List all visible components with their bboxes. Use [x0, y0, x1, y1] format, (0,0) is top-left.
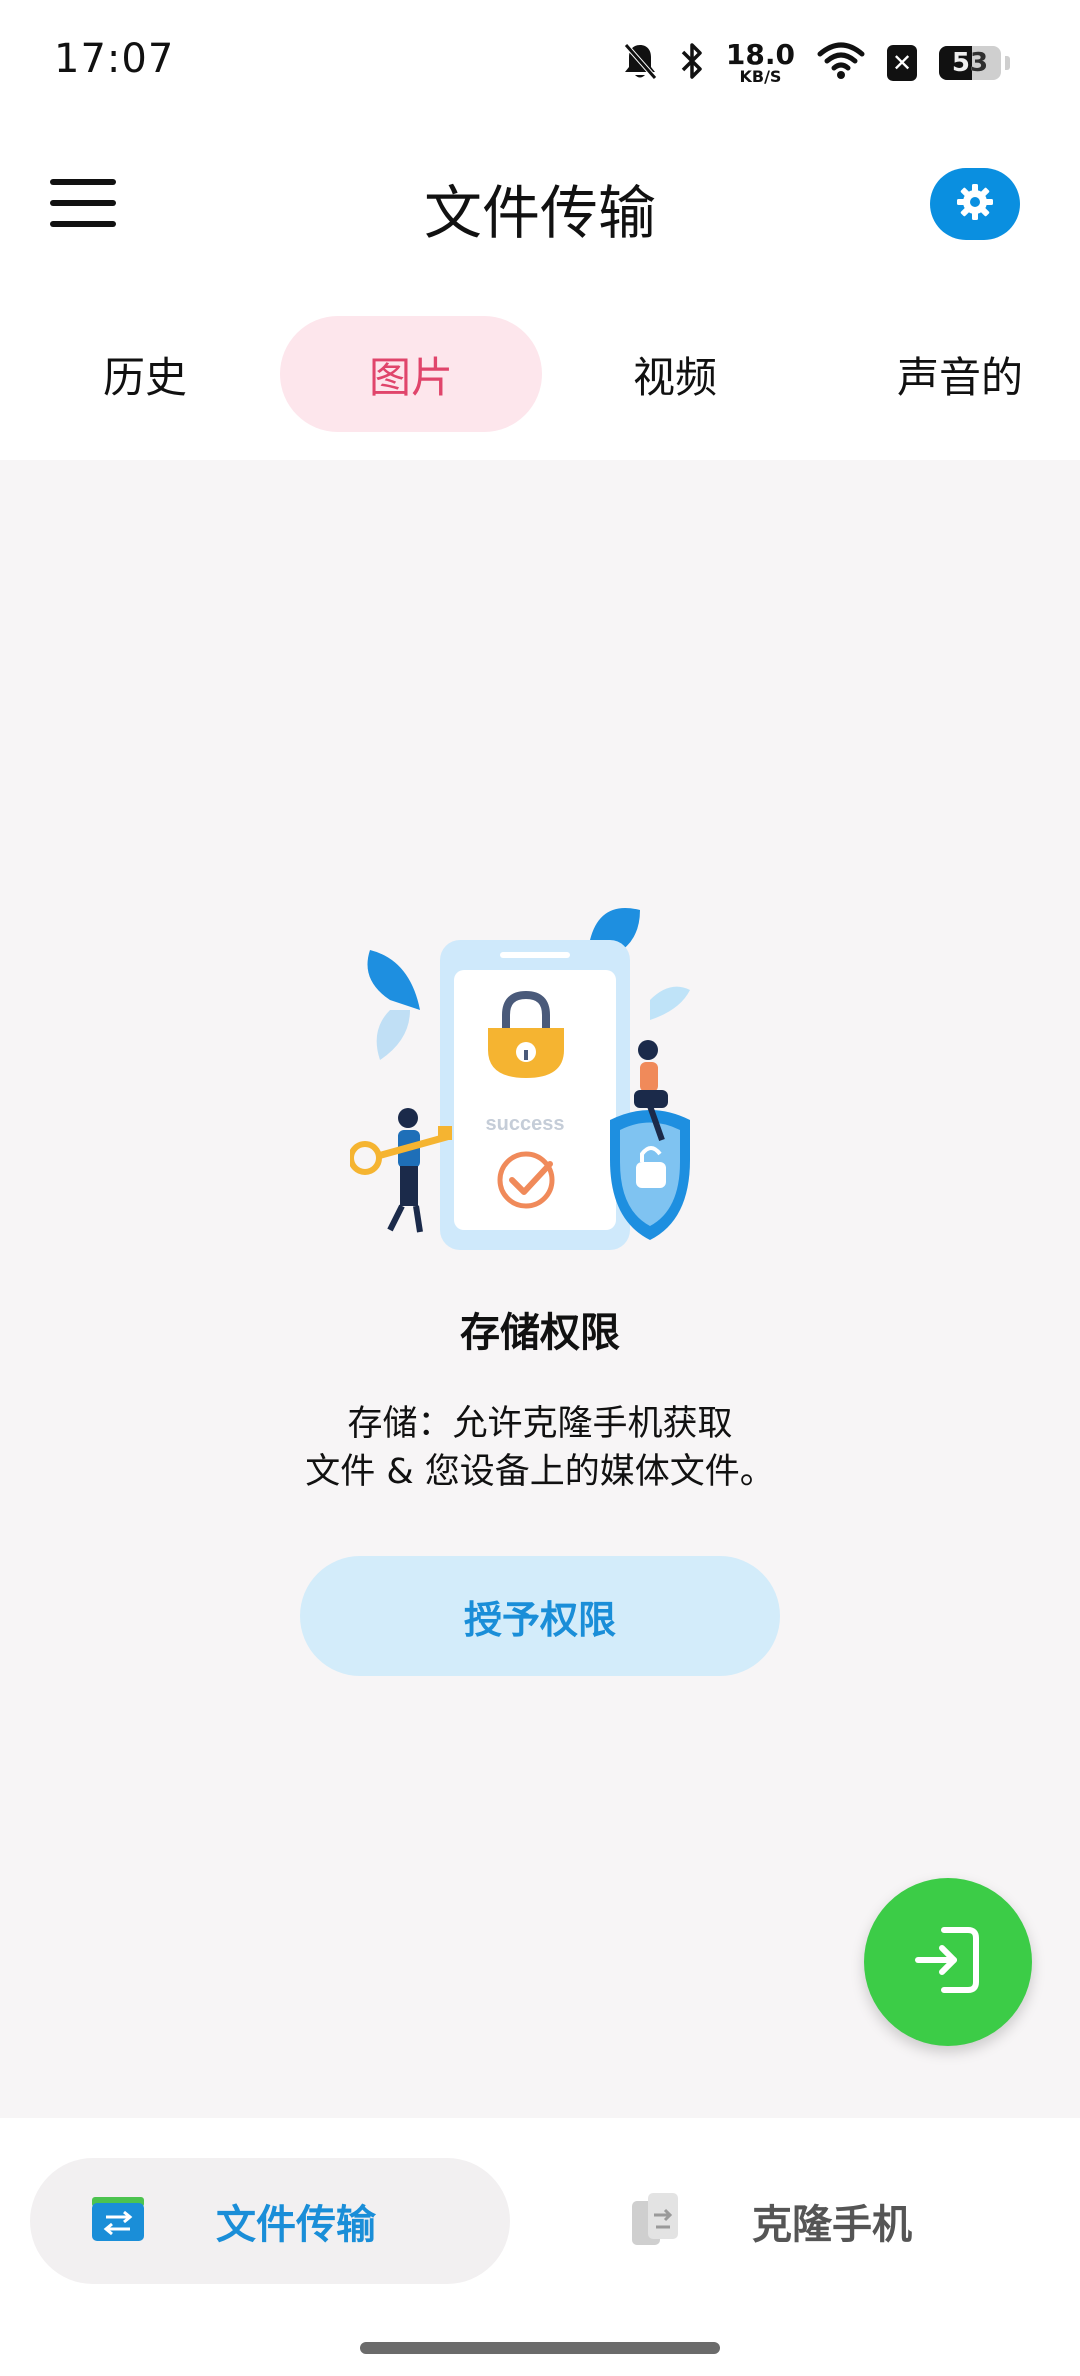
phone-clone-icon [630, 2191, 682, 2251]
mute-bell-icon [622, 41, 658, 85]
tab-audio[interactable]: 声音的 [860, 316, 1060, 432]
wifi-icon [817, 42, 865, 84]
nav-file-transfer-label: 文件传输 [216, 2202, 376, 2248]
category-tabs: 历史 图片 视频 声音的 [0, 316, 1080, 432]
nav-file-transfer[interactable]: 文件传输 [30, 2158, 510, 2284]
bluetooth-icon [680, 41, 704, 85]
content-area: success 存储权限 存储：允许克隆手机获取 文件 & 您设备上的媒体文件。… [0, 460, 1080, 2118]
import-fab-button[interactable] [864, 1878, 1032, 2046]
permission-description: 存储：允许克隆手机获取 文件 & 您设备上的媒体文件。 [0, 1400, 1080, 1496]
status-time: 17:07 [54, 36, 175, 82]
battery-level: 53 [951, 48, 989, 78]
screen: 17:07 18.0 KB/S ✕ 53 文件传输 历史 图片 视频 声音的 s… [0, 0, 1080, 2376]
nav-phone-clone-label: 克隆手机 [752, 2202, 912, 2248]
gear-icon [955, 182, 995, 226]
bottom-navigation: 文件传输 克隆手机 [0, 2118, 1080, 2376]
permission-description-line2: 文件 & 您设备上的媒体文件。 [305, 1452, 775, 1492]
close-badge-icon: ✕ [887, 45, 917, 81]
app-bar: 文件传输 [0, 130, 1080, 280]
import-icon [908, 1920, 988, 2004]
illustration-success-text: success [486, 1113, 565, 1135]
folder-transfer-icon [90, 2195, 146, 2247]
storage-permission-illustration: success [348, 900, 730, 1260]
page-title: 文件传输 [423, 179, 656, 247]
battery-tip [1005, 56, 1010, 70]
settings-button[interactable] [930, 168, 1020, 240]
permission-title: 存储权限 [460, 1310, 620, 1356]
tab-history[interactable]: 历史 [40, 316, 250, 432]
home-indicator[interactable] [360, 2342, 720, 2354]
tab-images[interactable]: 图片 [280, 316, 542, 432]
tab-videos[interactable]: 视频 [570, 316, 780, 432]
status-bar: 17:07 18.0 KB/S ✕ 53 [0, 0, 1080, 130]
battery-icon: 53 [939, 46, 1001, 80]
nav-phone-clone[interactable]: 克隆手机 [600, 2158, 1040, 2284]
net-speed-value: 18.0 [725, 38, 795, 71]
status-icons: 18.0 KB/S ✕ 53 [622, 38, 1010, 88]
permission-description-line1: 存储：允许克隆手机获取 [347, 1404, 733, 1444]
grant-permission-button[interactable]: 授予权限 [300, 1556, 780, 1676]
net-speed: 18.0 KB/S [726, 41, 795, 85]
net-speed-unit: KB/S [739, 67, 782, 86]
